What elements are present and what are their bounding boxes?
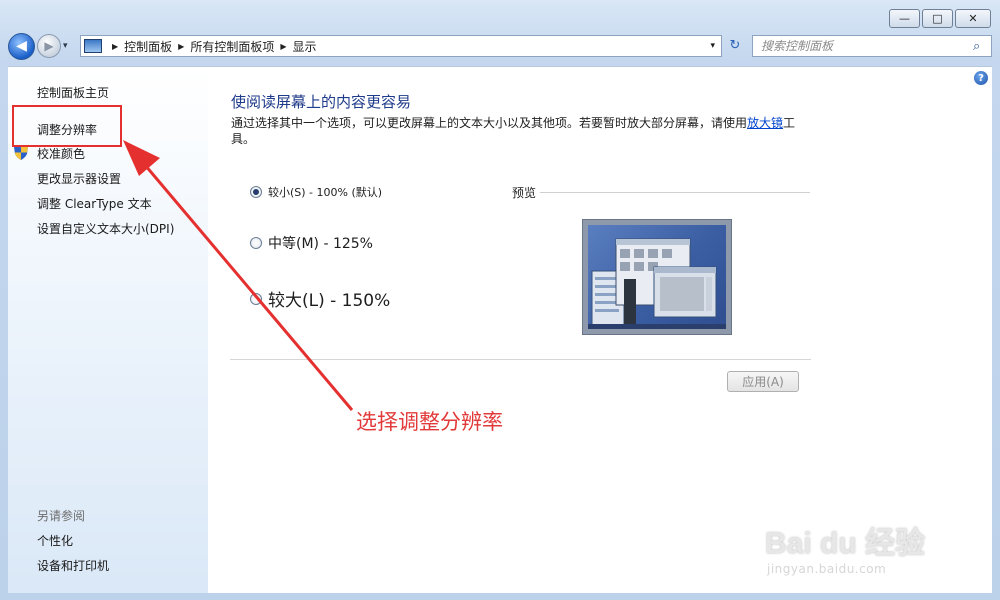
control-panel-window: — □ ✕ ◀ ▶ ▾ ▶ 控制面板 ▶ 所有控制面板项 ▶ 显示 ▾ ↻ ⌕ … bbox=[0, 0, 1000, 600]
watermark-url: jingyan.baidu.com bbox=[767, 562, 887, 576]
watermark-brand: Bai du 经验 bbox=[765, 527, 926, 560]
annotation-text: 选择调整分辨率 bbox=[356, 410, 503, 434]
annotation-arrow-icon bbox=[123, 140, 354, 411]
watermark: Bai du 经验 jingyan.baidu.com bbox=[765, 518, 925, 576]
